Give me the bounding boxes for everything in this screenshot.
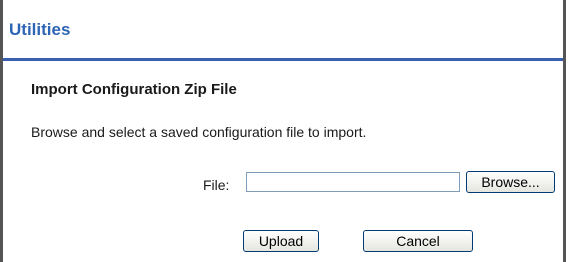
cancel-button[interactable]: Cancel — [363, 230, 473, 252]
panel-header: Utilities — [3, 6, 563, 50]
import-config-section: Import Configuration Zip File Browse and… — [3, 61, 563, 262]
upload-button[interactable]: Upload — [243, 230, 319, 252]
section-title: Import Configuration Zip File — [31, 81, 237, 98]
browse-button[interactable]: Browse... — [466, 171, 555, 193]
section-description: Browse and select a saved configuration … — [31, 124, 367, 140]
file-field-label: File: — [203, 177, 230, 193]
utilities-panel: Utilities Import Configuration Zip File … — [0, 0, 566, 262]
file-path-input[interactable] — [246, 172, 460, 192]
page-title: Utilities — [9, 20, 71, 39]
